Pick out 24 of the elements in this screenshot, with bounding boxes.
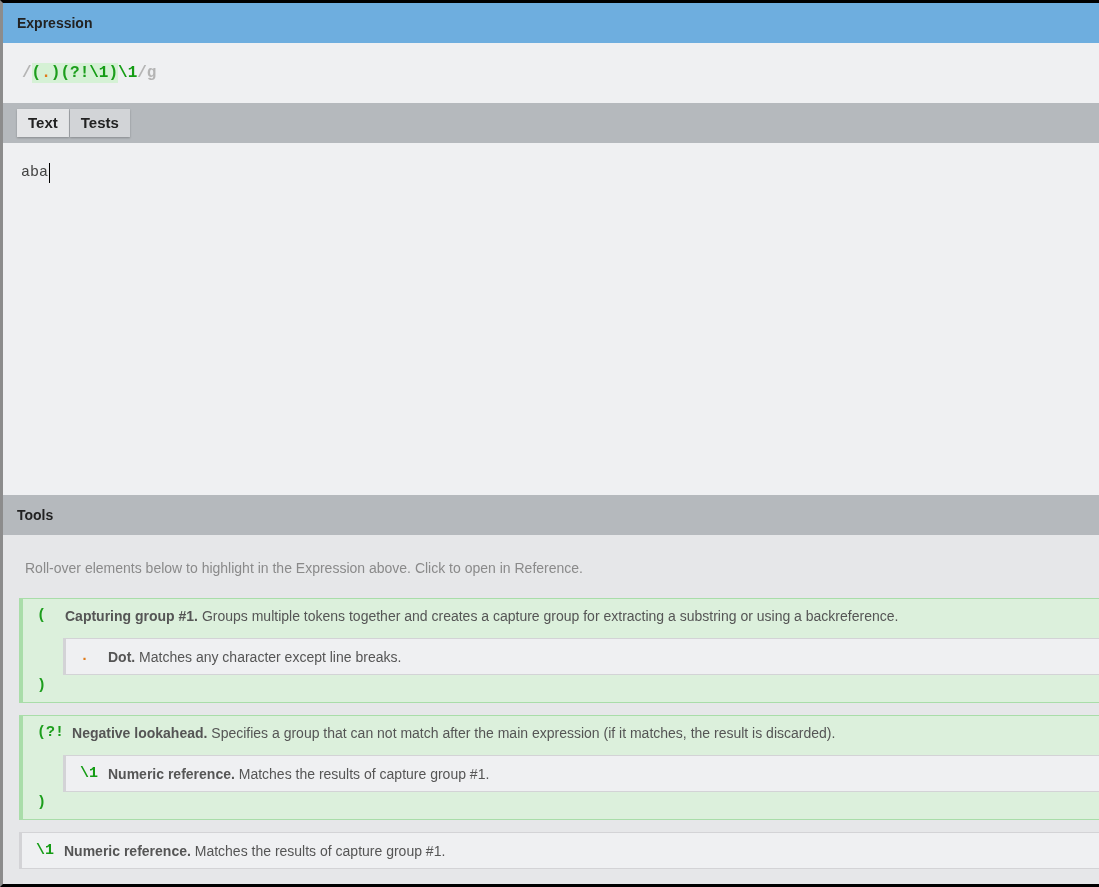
text-cursor-icon bbox=[49, 163, 50, 183]
regex-token: ) bbox=[37, 793, 47, 813]
explanation-text: Negative lookahead. Specifies a group that can not match after the main expression (if it matches, the result is discarded). bbox=[72, 724, 836, 743]
regex-token: . bbox=[80, 646, 90, 667]
explanation-text: Capturing group #1. Groups multiple tokens together and creates a capture group for extracting a substring or using a backreference. bbox=[65, 607, 899, 626]
tools-hint-text: Roll-over elements below to highlight in the Expression above. Click to open in Reference. bbox=[25, 559, 583, 578]
token-explanation-card[interactable]: \1 Numeric reference. Matches the results of capture group #1. bbox=[19, 832, 1099, 869]
regex-token: \1 bbox=[80, 763, 99, 784]
text-editor-field[interactable]: aba bbox=[3, 143, 1099, 495]
panel-title: Expression bbox=[17, 13, 93, 33]
regex-token: (?! bbox=[37, 723, 64, 743]
token-explanation-card[interactable]: . Dot. Matches any character except line breaks. bbox=[63, 638, 1099, 675]
explanation-text: Numeric reference. Matches the results of capture group #1. bbox=[108, 764, 490, 784]
explanation-text: Dot. Matches any character except line breaks. bbox=[108, 647, 402, 667]
panel-title: Tools bbox=[17, 505, 54, 525]
regex-token: \1 bbox=[36, 840, 55, 861]
group-explanation-card[interactable]: ( Capturing group #1. Groups multiple tokens together and creates a capture group for extracting a substring or using a backreference. . Dot. Matches any character except line breaks. ) bbox=[19, 598, 1099, 703]
tab[interactable]: Text bbox=[17, 109, 69, 137]
token-explanation-card[interactable]: \1 Numeric reference. Matches the results of capture group #1. bbox=[63, 755, 1099, 792]
regex-token: ( bbox=[37, 606, 47, 626]
tab[interactable]: Tests bbox=[69, 109, 130, 137]
group-explanation-card[interactable]: (?! Negative lookahead. Specifies a group that can not match after the main expression (if it matches, the result is discarded). \1 Numeric reference. Matches the results of capture group #1. ) bbox=[19, 715, 1099, 820]
regex-token: ) bbox=[37, 676, 47, 696]
explanation-text: Numeric reference. Matches the results of capture group #1. bbox=[64, 841, 446, 861]
